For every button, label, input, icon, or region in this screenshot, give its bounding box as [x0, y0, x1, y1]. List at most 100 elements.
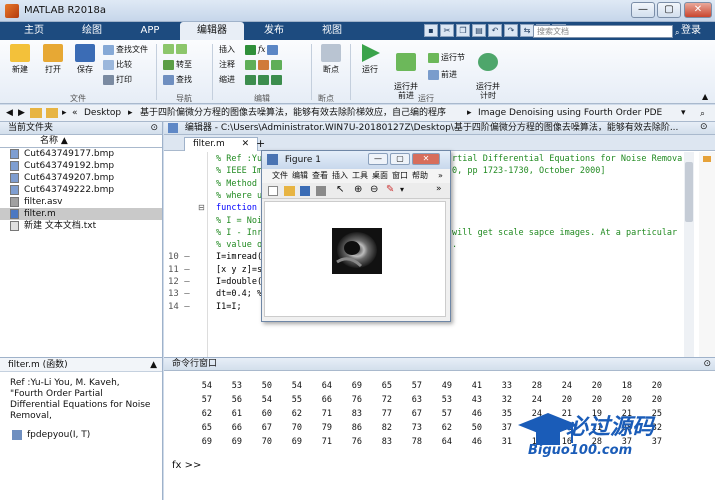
zoom-in-icon[interactable]: ⊕: [354, 184, 362, 195]
indent-button[interactable]: 缩进: [219, 74, 282, 86]
insert-menu-icon[interactable]: [267, 45, 279, 55]
pointer-icon[interactable]: ↖: [336, 184, 344, 195]
file-list-item[interactable]: Cut643749207.bmp: [0, 172, 162, 184]
advance-button[interactable]: 前进: [428, 69, 457, 81]
path-segment-project[interactable]: 基于四阶偏微分方程的图像去噪算法，能够有效去除阶梯效应，自己编的程序: [140, 105, 446, 121]
toolbar-overflow-icon[interactable]: »: [436, 184, 442, 194]
qat-copy-icon[interactable]: ❐: [456, 24, 470, 37]
qat-paste-icon[interactable]: ▤: [472, 24, 486, 37]
file-list-item[interactable]: Cut643749177.bmp: [0, 148, 162, 160]
tab-view[interactable]: 视图: [304, 22, 360, 40]
figure-axes[interactable]: [264, 201, 446, 317]
search-icon[interactable]: ⌕: [675, 28, 679, 38]
uncomment-icon[interactable]: [258, 60, 269, 70]
warning-marker[interactable]: [703, 156, 711, 162]
compare-button[interactable]: 比较: [103, 59, 132, 71]
figure-minimize-button[interactable]: —: [368, 153, 388, 165]
save-figure-icon[interactable]: [300, 186, 310, 196]
path-history-dropdown-icon[interactable]: ▾: [681, 105, 686, 121]
save-button[interactable]: 保存: [70, 44, 100, 75]
scroll-thumb[interactable]: [685, 162, 693, 222]
qat-cut-icon[interactable]: ✂: [440, 24, 454, 37]
path-segment-folder[interactable]: Image Denoising using Fourth Order PDE: [478, 105, 662, 121]
find-button[interactable]: 查找: [163, 74, 192, 86]
print-button[interactable]: 打印: [103, 74, 132, 86]
print-figure-icon[interactable]: [316, 186, 326, 196]
maximize-button[interactable]: ▢: [657, 2, 681, 18]
editor-actions-icon[interactable]: ⊙: [700, 122, 708, 132]
figure-menu-item[interactable]: 查看: [312, 169, 328, 183]
column-header-name[interactable]: 名称 ▲: [0, 135, 162, 148]
menu-overflow-icon[interactable]: »: [438, 169, 443, 183]
run-and-advance-button[interactable]: 运行并 前进: [390, 44, 422, 100]
browse-folder-icon[interactable]: [46, 108, 58, 118]
forward-icon[interactable]: ▶: [18, 105, 25, 121]
open-button[interactable]: 打开: [38, 44, 68, 75]
figure-menu-item[interactable]: 插入: [332, 169, 348, 183]
file-list-item[interactable]: filter.m: [0, 208, 162, 220]
file-name: filter.m: [24, 209, 56, 219]
qat-redo-icon[interactable]: ↷: [504, 24, 518, 37]
minimize-button[interactable]: —: [631, 2, 655, 18]
close-button[interactable]: ✕: [684, 2, 712, 18]
open-figure-icon[interactable]: [284, 186, 295, 196]
tab-plots[interactable]: 绘图: [64, 22, 120, 40]
figure-menu-item[interactable]: 窗口: [392, 169, 408, 183]
qat-undo-icon[interactable]: ↶: [488, 24, 502, 37]
new-tab-button[interactable]: +: [256, 137, 265, 150]
new-button[interactable]: 新建: [5, 44, 35, 75]
back-forward-buttons[interactable]: [163, 44, 187, 54]
command-window-actions-icon[interactable]: ⊙: [703, 358, 711, 370]
run-button[interactable]: 运行: [355, 44, 385, 75]
zoom-out-icon[interactable]: ⊖: [370, 184, 378, 195]
path-segment-desktop[interactable]: Desktop: [84, 105, 121, 121]
file-list-item[interactable]: filter.asv: [0, 196, 162, 208]
figure-menu-item[interactable]: 桌面: [372, 169, 388, 183]
path-segment-overflow[interactable]: «: [72, 105, 78, 121]
qat-switch-icon[interactable]: ⇆: [520, 24, 534, 37]
qat-save-icon[interactable]: ▪: [424, 24, 438, 37]
insert-button[interactable]: 插入 fx: [219, 44, 279, 56]
panel-actions-icon[interactable]: ⊙: [150, 122, 158, 134]
back-arrow-icon[interactable]: [163, 44, 174, 54]
figure-maximize-button[interactable]: ▢: [390, 153, 410, 165]
details-collapse-icon[interactable]: ▲: [150, 358, 157, 372]
fx-icon[interactable]: fx: [258, 44, 265, 56]
increase-indent-icon[interactable]: [258, 75, 269, 85]
figure-menu-item[interactable]: 帮助: [412, 169, 428, 183]
collapse-ribbon-icon[interactable]: ▲: [702, 92, 708, 101]
comment-button[interactable]: 注释: [219, 59, 282, 71]
figure-close-button[interactable]: ✕: [412, 153, 440, 165]
up-folder-icon[interactable]: [30, 108, 42, 118]
tab-publish[interactable]: 发布: [246, 22, 302, 40]
figure-menu-item[interactable]: 文件: [272, 169, 288, 183]
tab-home[interactable]: 主页: [6, 22, 62, 40]
vertical-scrollbar[interactable]: [684, 152, 694, 357]
close-tab-icon[interactable]: ✕: [242, 139, 250, 149]
wrap-comment-icon[interactable]: [271, 60, 282, 70]
figure-menu-item[interactable]: 编辑: [292, 169, 308, 183]
goto-button[interactable]: 转至: [163, 59, 192, 71]
search-folder-icon[interactable]: ⌕: [700, 106, 705, 122]
toolbar-dropdown-icon[interactable]: ▾: [400, 185, 404, 194]
tab-apps[interactable]: APP: [122, 22, 178, 40]
file-list-item[interactable]: Cut643749222.bmp: [0, 184, 162, 196]
login-button[interactable]: 登录: [681, 23, 701, 39]
figure-menu-item[interactable]: 工具: [352, 169, 368, 183]
breakpoints-button[interactable]: 断点: [316, 44, 346, 75]
find-files-button[interactable]: 查找文件: [103, 44, 148, 56]
path-dropdown-icon[interactable]: ▸: [62, 105, 67, 121]
file-list-item[interactable]: 新建 文本文档.txt: [0, 220, 162, 232]
tab-filter-m[interactable]: filter.m ✕: [184, 137, 259, 151]
run-section-button[interactable]: 运行节: [428, 52, 465, 64]
back-icon[interactable]: ◀: [6, 105, 13, 121]
tab-editor[interactable]: 编辑器: [180, 22, 244, 40]
search-documentation-input[interactable]: 搜索文档: [533, 25, 673, 38]
new-figure-icon[interactable]: [268, 186, 278, 196]
data-cursor-icon[interactable]: ✎: [386, 184, 394, 195]
forward-arrow-icon[interactable]: [176, 44, 187, 54]
decrease-indent-icon[interactable]: [271, 75, 282, 85]
command-prompt[interactable]: fx >>: [172, 460, 201, 471]
file-list-item[interactable]: Cut643749192.bmp: [0, 160, 162, 172]
run-and-time-button[interactable]: 运行并 计时: [472, 44, 504, 100]
